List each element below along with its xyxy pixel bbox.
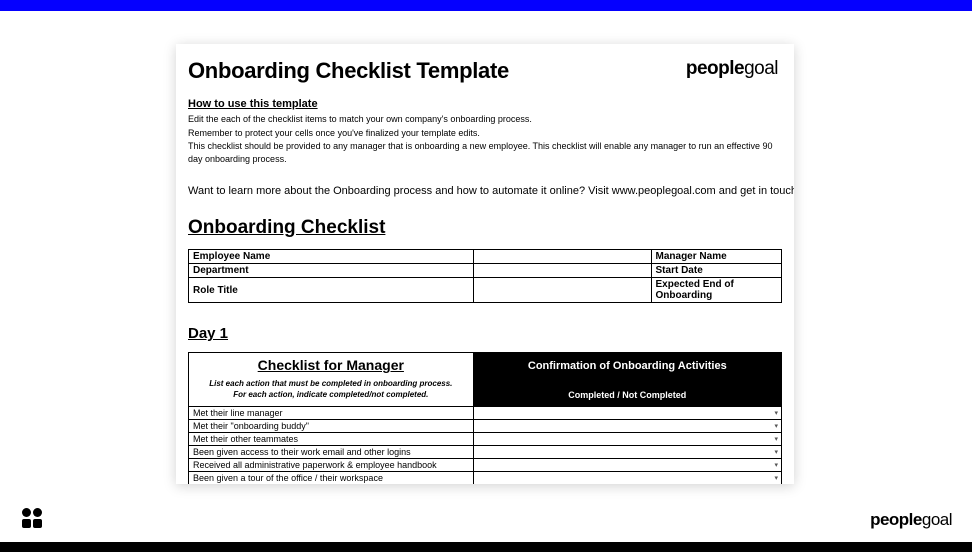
brand-logo-footer: peoplegoal: [870, 510, 952, 530]
checklist-manager-title: Checklist for Manager: [195, 357, 467, 373]
confirmation-title: Confirmation of Onboarding Activities: [478, 360, 777, 372]
document-header: Onboarding Checklist Template peoplegoal: [188, 58, 782, 84]
status-dropdown[interactable]: [473, 433, 781, 446]
status-dropdown[interactable]: [473, 472, 781, 484]
field-blank[interactable]: [473, 250, 651, 264]
field-manager-name[interactable]: Manager Name: [651, 250, 781, 264]
employee-info-table: Employee Name Manager Name Department St…: [188, 249, 782, 303]
field-start-date[interactable]: Start Date: [651, 264, 781, 278]
day-1-heading: Day 1: [188, 325, 782, 342]
field-department[interactable]: Department: [189, 264, 474, 278]
checklist-item[interactable]: Met their other teammates: [189, 433, 474, 446]
instruction-line: Edit the each of the checklist items to …: [188, 113, 782, 126]
field-blank[interactable]: [473, 278, 651, 303]
onboarding-checklist-heading: Onboarding Checklist: [188, 217, 782, 239]
instructions-block: Edit the each of the checklist items to …: [188, 113, 782, 165]
checklist-manager-sub: List each action that must be completed …: [195, 379, 467, 389]
instruction-line: Remember to protect your cells once you'…: [188, 127, 782, 140]
document-preview: Onboarding Checklist Template peoplegoal…: [176, 44, 794, 484]
checklist-item[interactable]: Met their line manager: [189, 407, 474, 420]
checklist-item[interactable]: Been given a tour of the office / their …: [189, 472, 474, 484]
checklist-table: Checklist for Manager List each action t…: [188, 352, 782, 484]
status-dropdown[interactable]: [473, 459, 781, 472]
checklist-manager-sub: For each action, indicate completed/not …: [195, 390, 467, 400]
checklist-item[interactable]: Been given access to their work email an…: [189, 446, 474, 459]
how-to-use-heading: How to use this template: [188, 98, 782, 110]
brand-logo-top: peoplegoal: [686, 58, 782, 80]
checklist-item[interactable]: Met their "onboarding buddy": [189, 420, 474, 433]
main-content-area: Onboarding Checklist Template peoplegoal…: [0, 11, 972, 542]
bottom-black-bar: [0, 542, 972, 552]
field-expected-end[interactable]: Expected End of Onboarding: [651, 278, 781, 303]
field-role-title[interactable]: Role Title: [189, 278, 474, 303]
checklist-item[interactable]: Received all administrative paperwork & …: [189, 459, 474, 472]
field-blank[interactable]: [473, 264, 651, 278]
status-dropdown[interactable]: [473, 407, 781, 420]
checklist-header-manager: Checklist for Manager List each action t…: [189, 353, 474, 407]
learn-more-text: Want to learn more about the Onboarding …: [188, 185, 782, 197]
top-blue-bar: [0, 0, 972, 11]
instruction-line: This checklist should be provided to any…: [188, 140, 782, 165]
field-employee-name[interactable]: Employee Name: [189, 250, 474, 264]
status-dropdown[interactable]: [473, 446, 781, 459]
dots-icon: [22, 508, 42, 528]
document-title: Onboarding Checklist Template: [188, 58, 509, 84]
status-dropdown[interactable]: [473, 420, 781, 433]
checklist-header-confirmation: Confirmation of Onboarding Activities Co…: [473, 353, 781, 407]
completed-label: Completed / Not Completed: [478, 390, 777, 400]
